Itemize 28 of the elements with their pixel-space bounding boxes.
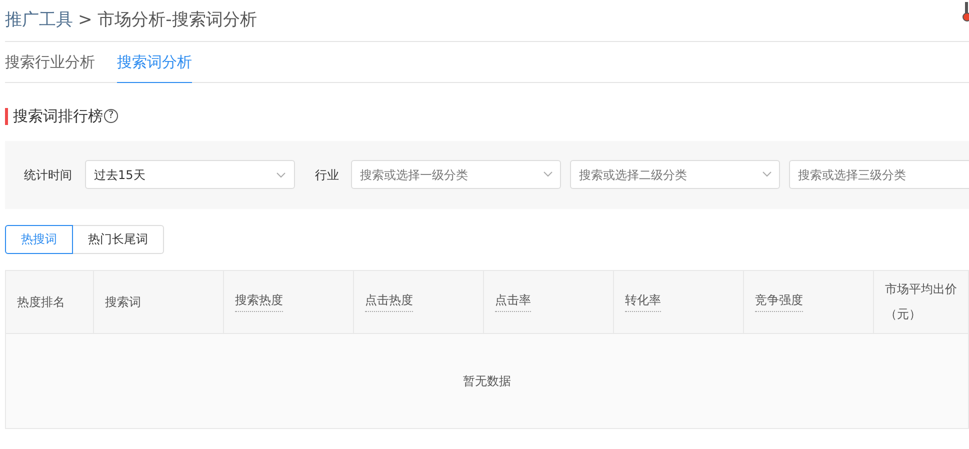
category-select[interactable]: 搜索或选择一级分类 [351, 160, 561, 189]
column-header: 转化率 [625, 291, 661, 312]
column-header: 市场平均出价（元） [885, 280, 958, 322]
column-header: 搜索词 [105, 294, 141, 310]
tab[interactable]: 搜索行业分析 [5, 42, 95, 83]
column-header: 点击率 [495, 291, 531, 312]
chevron-icon [543, 171, 553, 177]
category-select[interactable]: 搜索或选择三级分类 [789, 160, 969, 189]
section-title: 搜索词排行榜 [13, 106, 103, 127]
accent-bar [5, 108, 8, 125]
time-select[interactable]: 过去15天 [85, 160, 295, 189]
breadcrumb-current: > 市场分析-搜索词分析 [78, 8, 257, 32]
filter-label: 行业 [315, 166, 339, 184]
breadcrumb-link[interactable]: 推广工具 [5, 8, 73, 34]
help-icon[interactable]: ? [104, 109, 118, 124]
column-header: 搜索热度 [235, 291, 283, 312]
chevron-icon [762, 171, 772, 177]
column-header: 热度排名 [17, 294, 65, 310]
filter-label: 统计时间 [24, 166, 72, 184]
column-header: 点击热度 [365, 291, 413, 312]
select-value: 过去15天 [94, 166, 146, 184]
category-select[interactable]: 搜索或选择二级分类 [570, 160, 780, 189]
chevron-icon [276, 172, 286, 178]
column-header: 竞争强度 [755, 291, 803, 312]
toggle-button[interactable]: 热搜词 [5, 224, 73, 254]
empty-message: 暂无数据 [463, 372, 511, 390]
toggle-button[interactable]: 热门长尾词 [73, 224, 164, 254]
tab[interactable]: 搜索词分析 [117, 42, 192, 83]
